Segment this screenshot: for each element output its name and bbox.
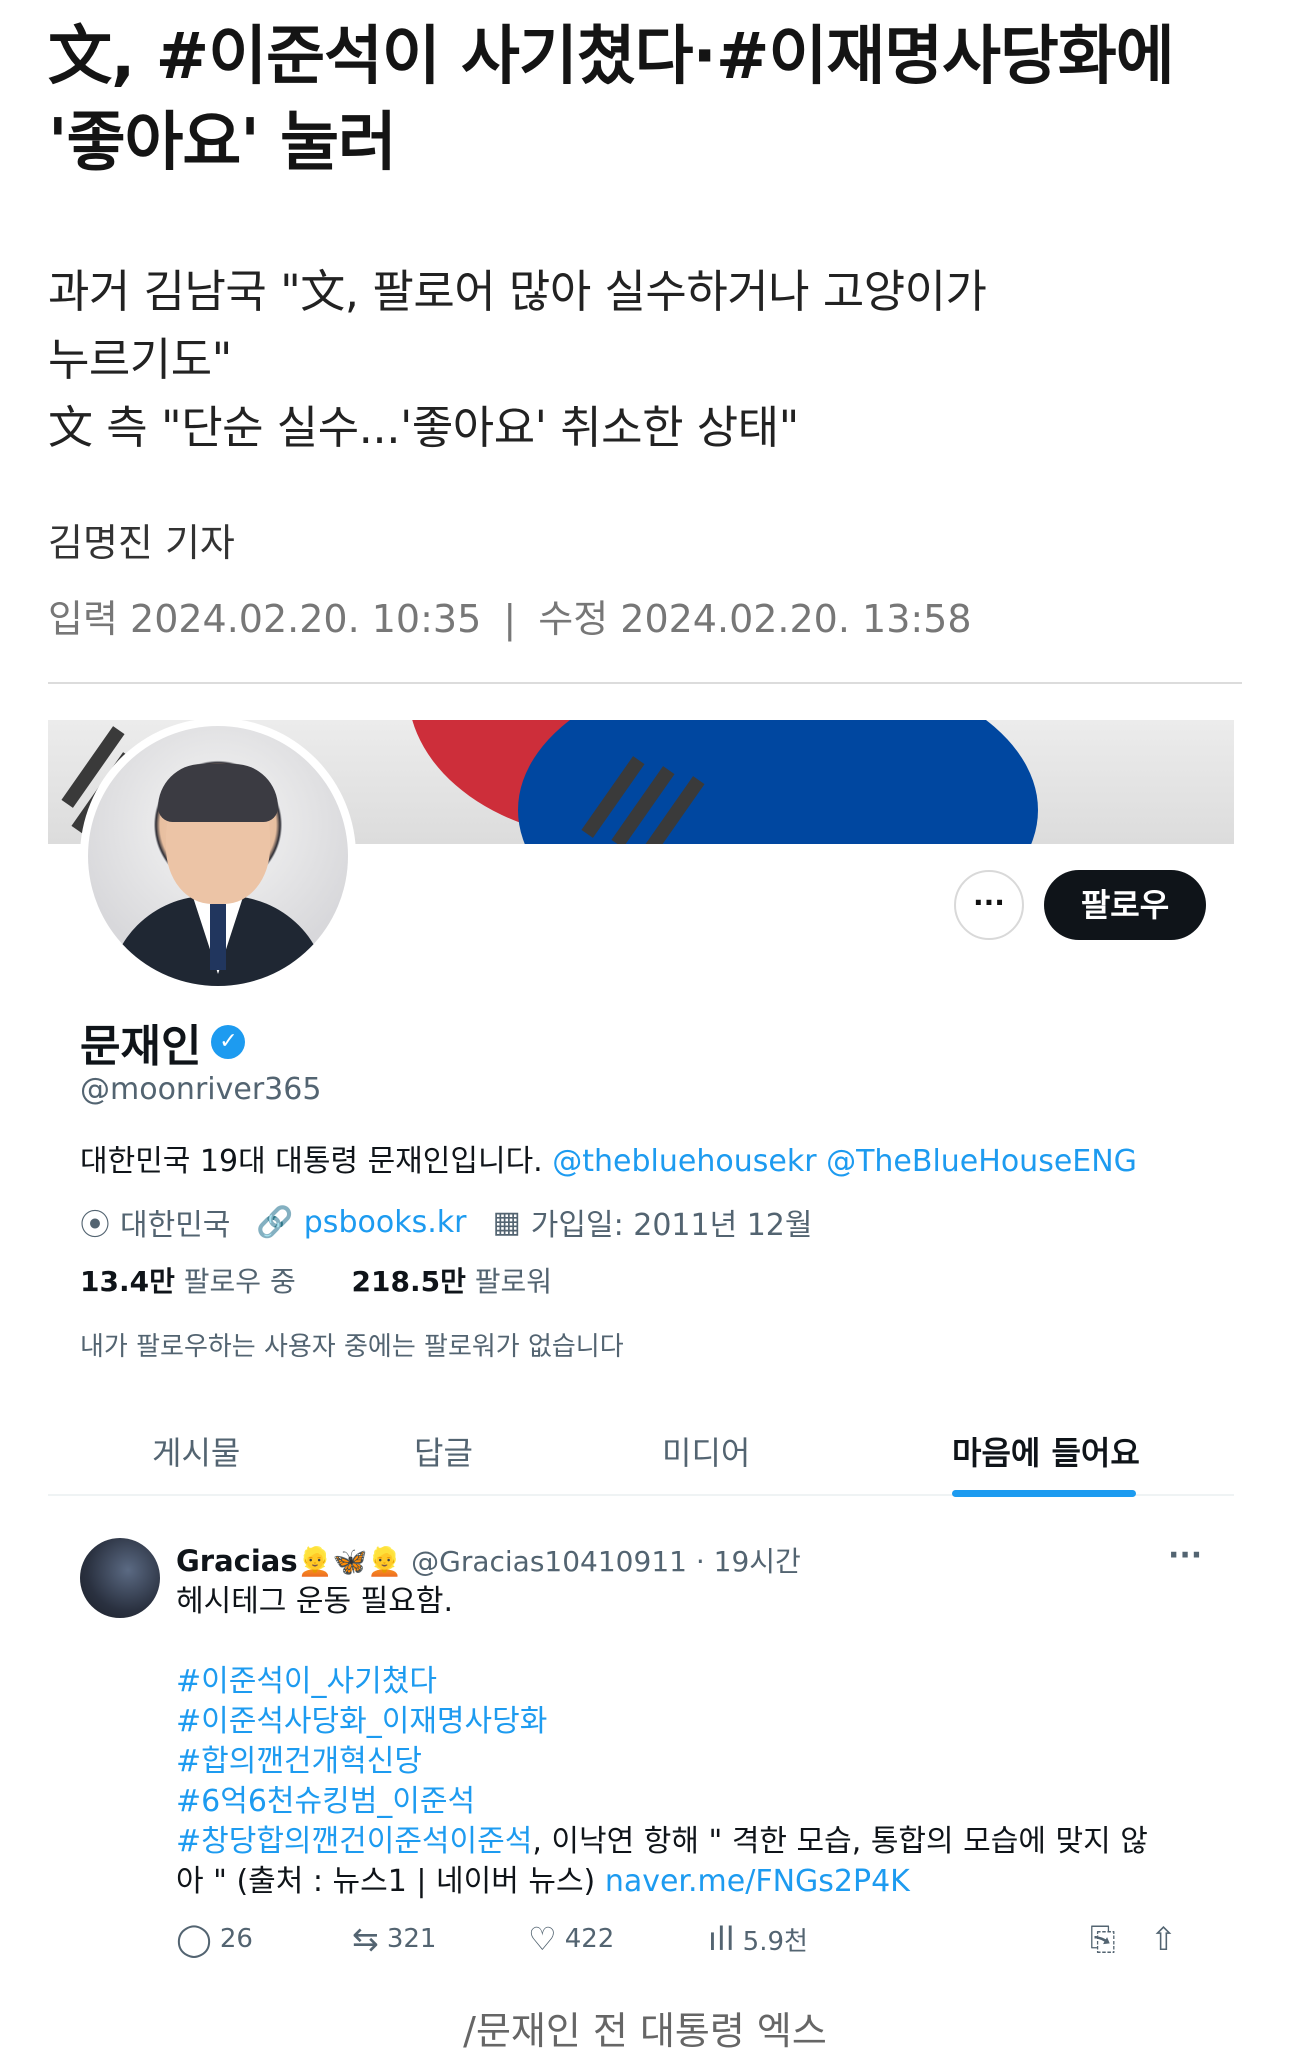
location-text: 대한민국 <box>120 1208 231 1243</box>
profile-bio: 대한민국 19대 대통령 문재인입니다. @thebluehousekr @Th… <box>80 1136 1137 1180</box>
share-button[interactable]: ⇧ <box>1150 1920 1177 1958</box>
input-date: 2024.02.20. 10:35 <box>130 597 482 641</box>
hashtag-link[interactable]: #합의깬건개혁신당 <box>176 1742 1216 1782</box>
hashtag-link[interactable]: #이준석이_사기쳤다 <box>176 1662 1216 1702</box>
tweet-url-link[interactable]: naver.me/FNGs2P4K <box>605 1864 910 1899</box>
tweet-text-line: 헤시테그 운동 필요함. <box>176 1584 454 1619</box>
profile-name: 문재인 ✓ <box>80 1010 246 1074</box>
bio-link-bluehousekr[interactable]: @thebluehousekr <box>552 1144 816 1179</box>
author-byline[interactable]: 김명진 기자 <box>48 512 235 567</box>
profile-handle: @moonriver365 <box>80 1072 322 1107</box>
article-dates: 입력 2024.02.20. 10:35 | 수정 2024.02.20. 13… <box>48 588 972 643</box>
tweet-more-icon[interactable]: ··· <box>1168 1538 1202 1573</box>
input-label: 입력 <box>48 597 118 641</box>
tweet-actions: ◯ 26 ⇆ 321 ♡ 422 ıll 5.9천 ⎘ ⇧ <box>176 1920 1216 1964</box>
avatar-photo <box>88 726 348 986</box>
reply-icon: ◯ <box>176 1920 212 1958</box>
retweet-count: 321 <box>386 1924 437 1954</box>
tab-media[interactable]: 미디어 <box>662 1428 750 1474</box>
reply-button[interactable]: ◯ 26 <box>176 1920 253 1958</box>
views-count: 5.9천 <box>742 1926 808 1957</box>
subtitle-line-3: 文 측 "단순 실수...'좋아요' 취소한 상태" <box>48 401 799 454</box>
tab-replies[interactable]: 답글 <box>414 1428 473 1474</box>
avatar-tie <box>210 904 226 970</box>
hashtag-link[interactable]: #이준석사당화_이재명사당화 <box>176 1702 1216 1742</box>
divider-line <box>48 682 1242 684</box>
bookmark-button[interactable]: ⎘ <box>1090 1920 1116 1959</box>
following-link[interactable]: 13.4만 팔로우 중 <box>80 1265 296 1298</box>
joined-text: 가입일: 2011년 12월 <box>530 1208 813 1243</box>
tab-likes[interactable]: 마음에 들어요 <box>952 1428 1140 1474</box>
tab-posts[interactable]: 게시물 <box>152 1428 240 1474</box>
following-label: 팔로우 중 <box>183 1265 296 1298</box>
avatar-hair <box>158 764 278 822</box>
tweet-text-last: 아 " (출처 : 뉴스1 | 네이버 뉴스) <box>176 1864 596 1899</box>
following-count: 13.4만 <box>80 1265 175 1298</box>
tweet-author-emojis: 👱🦋👱 <box>297 1545 403 1578</box>
joined-item: ▦ 가입일: 2011년 12월 <box>492 1200 812 1244</box>
tweet-header: Gracias👱🦋👱 @Gracias10410911 · 19시간 <box>176 1540 801 1580</box>
title-line-1: 文, #이준석이 사기쳤다·#이재명사당화에 <box>48 20 1175 94</box>
followers-count: 218.5만 <box>351 1265 466 1298</box>
calendar-icon: ▦ <box>492 1204 521 1240</box>
bio-link-bluehouseeng[interactable]: @TheBlueHouseENG <box>826 1144 1137 1179</box>
followers-label: 팔로워 <box>474 1265 553 1298</box>
hashtag-link[interactable]: #창당합의깬건이준석이준석 <box>176 1824 532 1859</box>
tweet-body: 헤시테그 운동 필요함. #이준석이_사기쳤다 #이준석사당화_이재명사당화 #… <box>176 1582 1216 1902</box>
bio-text: 대한민국 19대 대통령 문재인입니다. <box>80 1144 543 1179</box>
subtitle-line-2: 누르기도" <box>48 333 232 386</box>
tweet-author-handle[interactable]: @Gracias10410911 <box>411 1545 687 1578</box>
tweet-text-rest: , 이낙연 항해 " 격한 모습, 통합의 모습에 맞지 않 <box>532 1824 1148 1859</box>
follow-button[interactable]: 팔로우 <box>1044 870 1206 940</box>
tweet-text-line: 아 " (출처 : 뉴스1 | 네이버 뉴스) naver.me/FNGs2P4… <box>176 1862 1216 1902</box>
profile-meta: ⦿ 대한민국 🔗 psbooks.kr ▦ 가입일: 2011년 12월 <box>80 1200 813 1244</box>
tweet-dot: · <box>695 1545 705 1578</box>
embedded-screenshot: ··· 팔로우 문재인 ✓ @moonriver365 대한민국 19대 대통령… <box>48 720 1234 1976</box>
tweet-time[interactable]: 19시간 <box>714 1545 801 1578</box>
retweet-button[interactable]: ⇆ 321 <box>352 1920 436 1958</box>
like-button[interactable]: ♡ 422 <box>528 1920 614 1958</box>
location-item: ⦿ 대한민국 <box>80 1200 230 1244</box>
followers-link[interactable]: 218.5만 팔로워 <box>352 1265 553 1298</box>
profile-display-name: 문재인 <box>80 1021 202 1072</box>
tweet-text-line: #창당합의깬건이준석이준석, 이낙연 항해 " 격한 모습, 통합의 모습에 맞… <box>176 1822 1216 1862</box>
profile-tabs: 게시물 답글 미디어 마음에 들어요 <box>48 1410 1234 1497</box>
hashtag-link[interactable]: #6억6천슈킹범_이준석 <box>176 1782 1216 1822</box>
active-tab-indicator <box>952 1490 1136 1497</box>
reply-count: 26 <box>219 1924 253 1954</box>
title-line-2: '좋아요' 눌러 <box>48 106 397 180</box>
profile-avatar[interactable] <box>80 720 356 994</box>
more-options-button[interactable]: ··· <box>954 870 1024 940</box>
website-link[interactable]: psbooks.kr <box>304 1205 467 1240</box>
follow-counts: 13.4만 팔로우 중 218.5만 팔로워 <box>80 1260 552 1300</box>
like-count: 422 <box>564 1924 615 1954</box>
subtitle-line-1: 과거 김남국 "文, 팔로어 많아 실수하거나 고양이가 <box>48 265 987 318</box>
heart-icon: ♡ <box>528 1920 557 1958</box>
share-icon: ⇧ <box>1150 1920 1177 1958</box>
date-divider: | <box>503 597 517 641</box>
link-icon: 🔗 <box>256 1204 294 1240</box>
tweet-author-avatar[interactable] <box>80 1538 160 1618</box>
verified-badge-icon: ✓ <box>211 1025 246 1059</box>
followed-by-note: 내가 팔로우하는 사용자 중에는 팔로워가 없습니다 <box>80 1332 624 1362</box>
article-subtitle: 과거 김남국 "文, 팔로어 많아 실수하거나 고양이가 누르기도" 文 측 "… <box>48 258 1198 462</box>
bar-chart-icon: ıll <box>708 1920 735 1958</box>
image-caption: /문재인 전 대통령 엑스 <box>463 2009 827 2053</box>
retweet-icon: ⇆ <box>352 1920 379 1958</box>
edit-label: 수정 <box>538 597 609 641</box>
views-button[interactable]: ıll 5.9천 <box>708 1920 808 1958</box>
article-title: 文, #이준석이 사기쳤다·#이재명사당화에 '좋아요' 눌러 <box>48 14 1242 186</box>
tweet-author-name[interactable]: Gracias <box>176 1544 298 1578</box>
edit-date: 2024.02.20. 13:58 <box>620 597 972 641</box>
location-pin-icon: ⦿ <box>80 1208 110 1243</box>
bookmark-icon: ⎘ <box>1090 1920 1116 1958</box>
website-item: 🔗 psbooks.kr <box>256 1205 466 1240</box>
